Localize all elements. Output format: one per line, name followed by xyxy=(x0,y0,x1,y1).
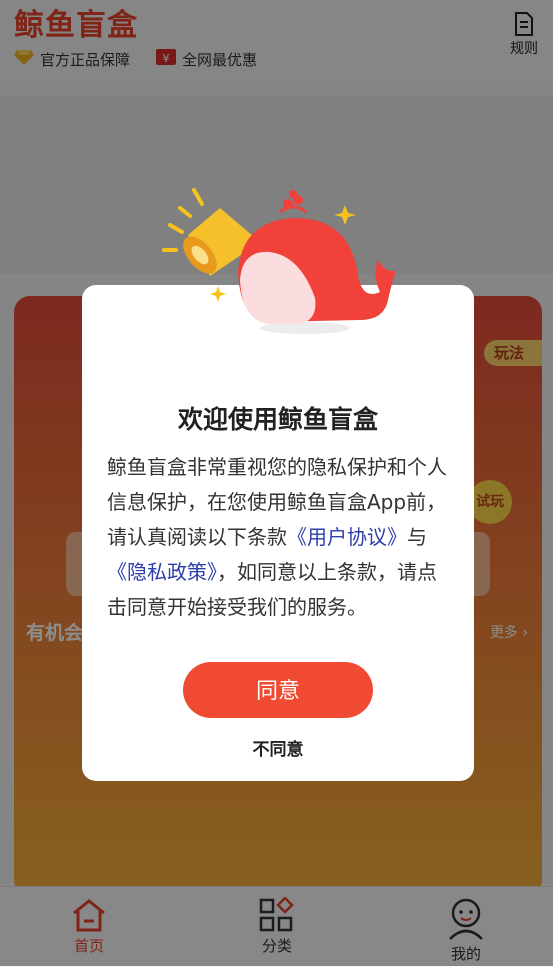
dialog-body: 鲸鱼盲盒非常重视您的隐私保护和个人信息保护，在您使用鲸鱼盲盒App前，请认真阅读… xyxy=(107,450,453,625)
privacy-policy-link[interactable]: 《隐私政策》 xyxy=(107,560,217,584)
whale-icon xyxy=(238,190,396,334)
body-text-and: 与 xyxy=(407,525,427,549)
disagree-button[interactable]: 不同意 xyxy=(82,735,474,760)
dialog-title: 欢迎使用鲸鱼盲盒 xyxy=(177,405,378,434)
whale-mascot-illustration xyxy=(162,188,396,334)
privacy-dialog: 欢迎使用鲸鱼盲盒 鲸鱼盲盒非常重视您的隐私保护和个人信息保护，在您使用鲸鱼盲盒A… xyxy=(82,285,474,781)
agree-button[interactable]: 同意 xyxy=(183,662,373,718)
user-agreement-link[interactable]: 《用户协议》 xyxy=(287,525,407,549)
